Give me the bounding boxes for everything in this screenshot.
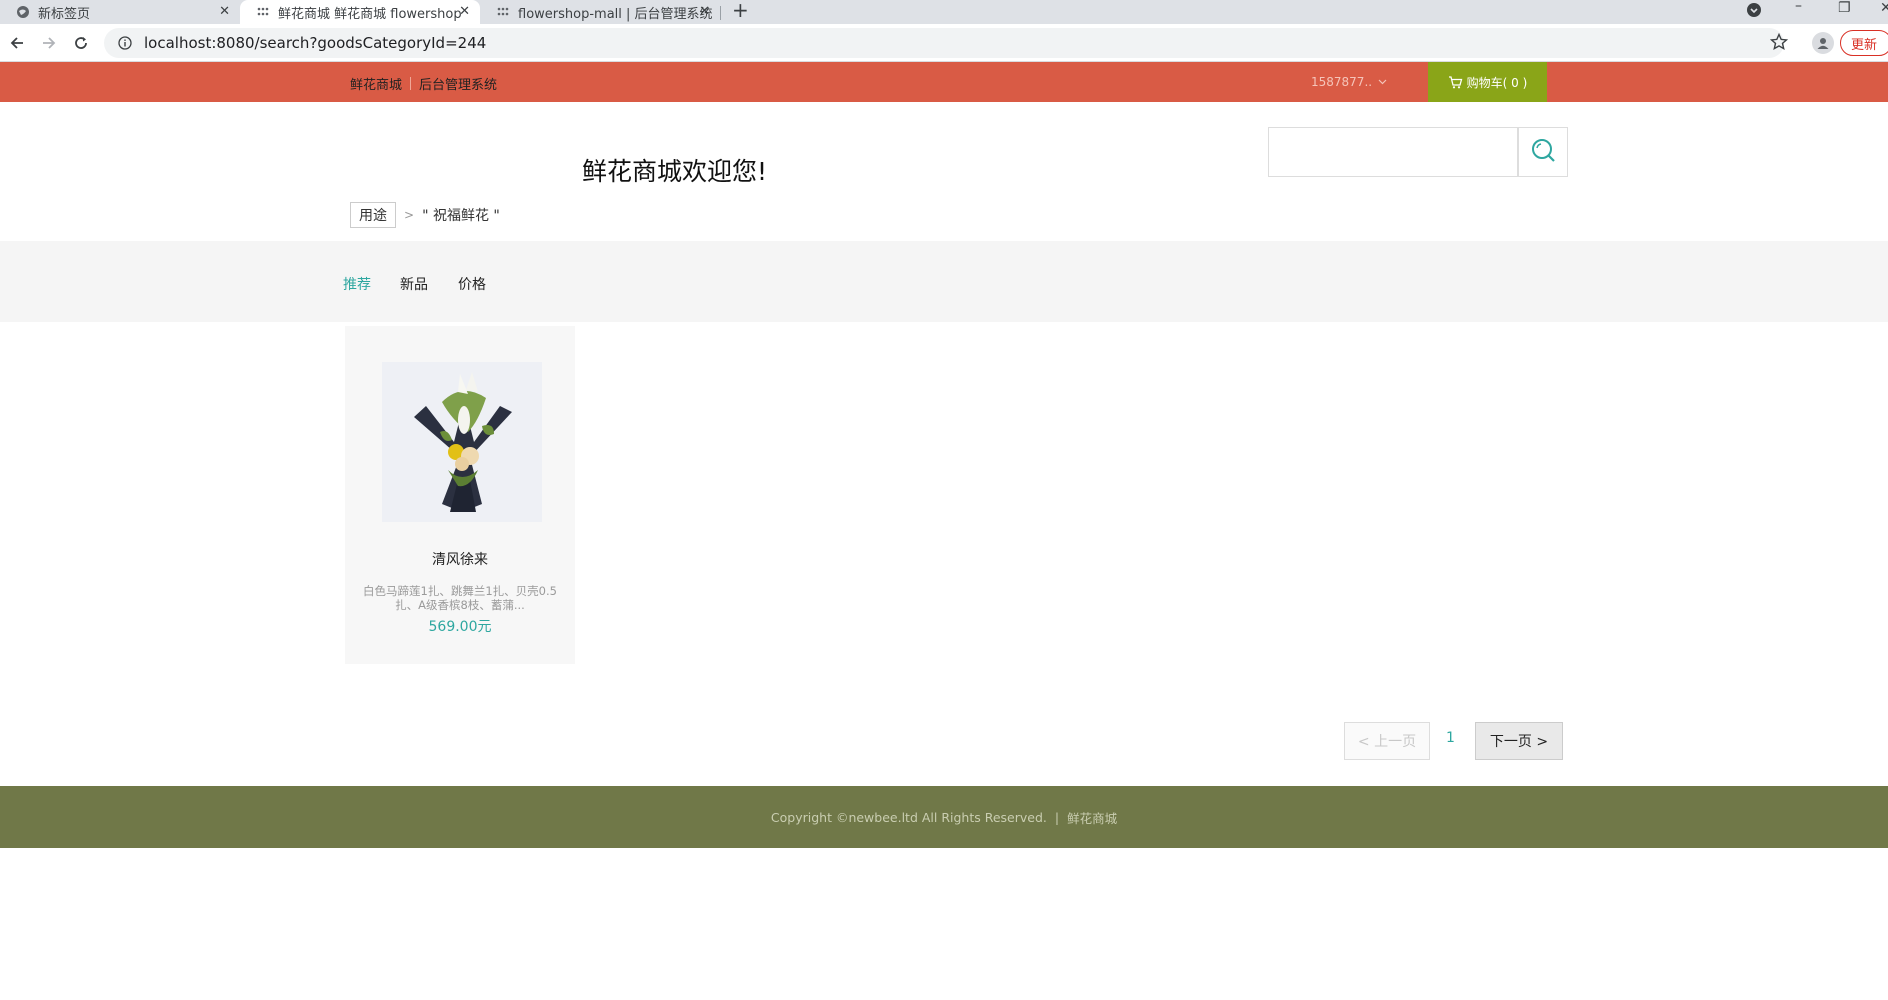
reload-icon[interactable] — [70, 32, 92, 54]
link-divider — [410, 77, 412, 90]
search-button[interactable] — [1518, 127, 1568, 177]
product-price: 569.00元 — [428, 619, 492, 635]
close-icon[interactable]: ✕ — [459, 4, 470, 19]
browser-toolbar: localhost:8080/search?goodsCategoryId=24… — [0, 24, 1888, 62]
profile-icon[interactable] — [1812, 32, 1834, 54]
cart-icon — [1448, 75, 1463, 89]
browser-tab-admin[interactable]: flowershop-mall | 后台管理系统 ✕ — [480, 0, 720, 24]
tab-title: 新标签页 — [38, 6, 91, 22]
loading-icon — [496, 5, 510, 19]
close-icon[interactable]: ✕ — [699, 4, 710, 19]
breadcrumb: 用途 > " 祝福鲜花 " — [350, 202, 500, 228]
new-tab-button[interactable]: + — [732, 0, 749, 20]
browser-tab-newtab[interactable]: 新标签页 ✕ — [0, 0, 240, 24]
product-image[interactable] — [382, 362, 542, 522]
browser-tab-shop[interactable]: 鲜花商城 鲜花商城 flowershop ✕ — [240, 0, 480, 24]
update-button[interactable]: 更新 — [1840, 30, 1888, 56]
search-input[interactable] — [1268, 127, 1518, 177]
home-link[interactable]: 鲜花商城 — [350, 74, 402, 93]
site-footer: Copyright ©newbee.ltd All Rights Reserve… — [0, 786, 1888, 848]
page-number[interactable]: 1 — [1446, 730, 1455, 746]
close-icon[interactable]: ✕ — [219, 4, 230, 19]
tab-title: 鲜花商城 鲜花商城 flowershop — [278, 6, 462, 22]
user-name: 1587877.. — [1311, 75, 1373, 89]
welcome-title: 鲜花商城欢迎您! — [582, 157, 768, 186]
prev-page-button[interactable]: < 上一页 — [1344, 722, 1430, 760]
sort-recommend[interactable]: 推荐 — [343, 274, 371, 294]
footer-brand-link[interactable]: 鲜花商城 — [1067, 808, 1117, 827]
next-page-button[interactable]: 下一页 > — [1475, 722, 1563, 760]
cart-button[interactable]: 购物车( 0 ) — [1428, 62, 1547, 102]
bookmark-star-icon[interactable] — [1769, 32, 1789, 55]
address-bar[interactable]: localhost:8080/search?goodsCategoryId=24… — [104, 28, 1784, 58]
user-menu[interactable]: 1587877.. — [1311, 75, 1387, 89]
cart-label: 购物车( 0 ) — [1466, 75, 1528, 90]
topbar-links: 鲜花商城 后台管理系统 — [350, 74, 497, 93]
loading-icon — [256, 5, 270, 19]
footer-divider: | — [1054, 809, 1060, 825]
info-icon[interactable] — [114, 36, 136, 50]
search-icon — [1530, 137, 1556, 167]
breadcrumb-current: " 祝福鲜花 " — [422, 208, 500, 224]
copyright-text: Copyright ©newbee.ltd All Rights Reserve… — [770, 809, 1047, 825]
globe-icon — [16, 5, 30, 19]
breadcrumb-category[interactable]: 用途 — [350, 202, 396, 228]
product-name[interactable]: 清风徐来 — [345, 549, 575, 569]
site-topbar: 鲜花商城 后台管理系统 1587877.. — [0, 62, 1888, 102]
tab-search-icon[interactable] — [1746, 2, 1762, 22]
sort-new[interactable]: 新品 — [400, 274, 428, 294]
product-card[interactable]: 清风徐来 白色马蹄莲1扎、跳舞兰1扎、贝壳0.5扎、A级香槟8枝、蓄蒲... 5… — [345, 326, 575, 664]
restore-icon[interactable]: ❐ — [1838, 0, 1851, 16]
tab-divider — [720, 6, 721, 20]
minimize-icon[interactable]: – — [1795, 0, 1802, 14]
sort-price[interactable]: 价格 — [458, 274, 486, 294]
chevron-right-icon: > — [404, 208, 415, 222]
product-description: 白色马蹄莲1扎、跳舞兰1扎、贝壳0.5扎、A级香槟8枝、蓄蒲... — [363, 584, 557, 612]
close-window-icon[interactable]: ✕ — [1880, 0, 1888, 16]
forward-icon[interactable] — [38, 32, 60, 54]
tab-title: flowershop-mall | 后台管理系统 — [518, 6, 713, 22]
url-text: localhost:8080/search?goodsCategoryId=24… — [144, 34, 487, 52]
browser-tabbar: 新标签页 ✕ 鲜花商城 鲜花商城 flowershop ✕ flowershop… — [0, 0, 1888, 24]
sort-bar: 推荐 新品 价格 — [0, 241, 1888, 322]
chevron-down-icon — [1378, 75, 1387, 89]
admin-link[interactable]: 后台管理系统 — [419, 74, 497, 93]
back-icon[interactable] — [6, 32, 28, 54]
